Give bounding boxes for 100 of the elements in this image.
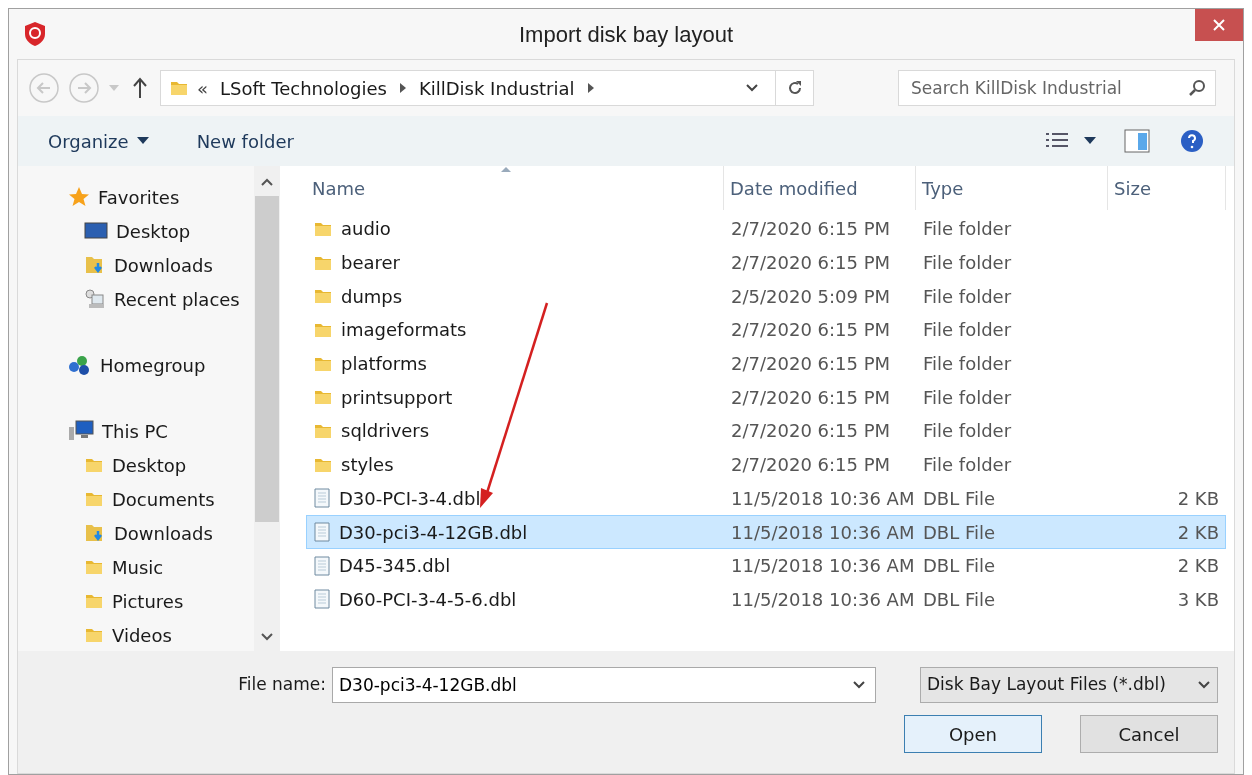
file-row[interactable]: imageformats 2/7/2020 6:15 PM File folder: [306, 313, 1226, 347]
file-name: bearer: [341, 251, 400, 276]
chevron-right-icon[interactable]: [586, 83, 595, 93]
date-cell-text: 2/5/2020 5:09 PM: [730, 284, 892, 309]
address-bar[interactable]: « LSoft Technologies KillDisk Industrial: [160, 70, 814, 106]
file-row[interactable]: bearer 2/7/2020 6:15 PM File folder: [306, 245, 1226, 280]
size-cell-text: 2 KB: [1177, 486, 1219, 511]
date-cell-text: 11/5/2018 10:36 AM: [730, 486, 916, 511]
document-icon: [313, 555, 331, 576]
type-cell-text: File folder: [922, 385, 1013, 410]
date-cell-text: 2/7/2020 6:15 PM: [730, 453, 892, 478]
scrollbar-thumb[interactable]: [255, 196, 280, 522]
nav-item[interactable]: Favorites: [18, 180, 255, 214]
open-button[interactable]: Open: [904, 715, 1042, 753]
search-field[interactable]: Search KillDisk Industrial: [898, 70, 1216, 106]
organize-button[interactable]: Organize: [48, 127, 149, 155]
nav-item[interactable]: Pictures: [18, 584, 255, 618]
file-row[interactable]: platforms 2/7/2020 6:15 PM File folder: [306, 346, 1226, 381]
help-icon[interactable]: [1180, 129, 1204, 153]
window-title: Import disk bay layout: [519, 20, 733, 49]
file-name: imageformats: [341, 318, 467, 343]
recent-places-icon: [84, 288, 106, 310]
file-type-dropdown[interactable]: Disk Bay Layout Files (*.dbl): [920, 667, 1218, 703]
file-name-field[interactable]: D30-pci3-4-12GB.dbl: [332, 667, 876, 703]
scrollbar[interactable]: [254, 166, 280, 651]
document-icon: [313, 522, 331, 543]
file-row[interactable]: D60-PCI-3-4-5-6.dbl 11/5/2018 10:36 AM DBL File 3 KB: [306, 582, 1226, 617]
type-cell-text: File folder: [922, 251, 1013, 276]
homegroup-icon: [68, 354, 92, 376]
nav-item[interactable]: Desktop: [18, 448, 255, 482]
file-name-label: File name:: [238, 673, 326, 697]
overflow-chevron[interactable]: «: [197, 74, 208, 102]
nav-item[interactable]: Homegroup: [18, 348, 255, 382]
file-row[interactable]: D45-345.dbl 11/5/2018 10:36 AM DBL File 2 KB: [306, 548, 1226, 583]
file-name: dumps: [341, 284, 403, 309]
caret-icon[interactable]: [1084, 137, 1096, 145]
breadcrumb[interactable]: KillDisk Industrial: [414, 74, 579, 102]
up-arrow-icon[interactable]: [132, 77, 148, 99]
date-cell-text: 11/5/2018 10:36 AM: [730, 587, 916, 612]
document-icon: [313, 488, 331, 509]
chevron-right-icon[interactable]: [398, 83, 407, 93]
file-name: D30-pci3-4-12GB.dbl: [339, 520, 528, 545]
type-cell-text: File folder: [922, 284, 1013, 309]
cancel-button[interactable]: Cancel: [1080, 715, 1218, 753]
file-name: platforms: [341, 352, 427, 377]
file-row[interactable]: dumps 2/5/2020 5:09 PM File folder: [306, 279, 1226, 314]
nav-item[interactable]: Downloads: [18, 248, 255, 282]
computer-icon: [68, 420, 94, 442]
close-button[interactable]: [1195, 9, 1243, 41]
star-icon: [68, 186, 90, 208]
type-cell-text: File folder: [922, 453, 1013, 478]
column-header[interactable]: Type: [916, 166, 1108, 210]
column-header[interactable]: Date modified: [724, 166, 916, 210]
file-row[interactable]: sqldrivers 2/7/2020 6:15 PM File folder: [306, 414, 1226, 448]
nav-item[interactable]: Music: [18, 550, 255, 584]
file-name: printsupport: [341, 385, 453, 410]
file-row[interactable]: D30-PCI-3-4.dbl 11/5/2018 10:36 AM DBL File 2 KB: [306, 481, 1226, 516]
nav-item[interactable]: Downloads: [18, 516, 255, 550]
type-cell-text: File folder: [922, 217, 1013, 242]
file-row[interactable]: styles 2/7/2020 6:15 PM File folder: [306, 447, 1226, 482]
preview-pane-icon[interactable]: [1124, 129, 1150, 153]
date-cell-text: 2/7/2020 6:15 PM: [730, 318, 892, 343]
nav-item[interactable]: Documents: [18, 482, 255, 516]
nav-item[interactable]: Recent places: [18, 282, 255, 316]
document-icon: [313, 589, 331, 610]
chevron-down-icon[interactable]: [852, 680, 866, 690]
file-name: D60-PCI-3-4-5-6.dbl: [339, 587, 517, 612]
file-name: styles: [341, 453, 394, 478]
nav-item[interactable]: Videos: [18, 618, 255, 651]
chevron-down-icon[interactable]: [745, 83, 759, 93]
nav-item[interactable]: Desktop: [18, 214, 255, 248]
date-cell-text: 2/7/2020 6:15 PM: [730, 352, 892, 377]
file-row[interactable]: audio 2/7/2020 6:15 PM File folder: [306, 212, 1226, 246]
scroll-up-icon[interactable]: [261, 178, 274, 186]
type-cell-text: DBL File: [922, 520, 997, 545]
file-name: sqldrivers: [341, 419, 430, 444]
chevron-down-icon: [1197, 680, 1211, 690]
file-row[interactable]: printsupport 2/7/2020 6:15 PM File folder: [306, 380, 1226, 415]
sort-caret-icon: [501, 166, 511, 172]
type-cell-text: DBL File: [922, 486, 997, 511]
file-row[interactable]: D30-pci3-4-12GB.dbl 11/5/2018 10:36 AM DBL File 2 KB: [306, 515, 1226, 549]
type-cell-text: DBL File: [922, 554, 997, 579]
column-header[interactable]: Size: [1108, 166, 1226, 210]
type-cell-text: File folder: [922, 419, 1013, 444]
close-icon: [1212, 18, 1226, 32]
new-folder-button[interactable]: New folder: [196, 127, 294, 155]
date-cell-text: 11/5/2018 10:36 AM: [730, 554, 916, 579]
size-cell-text: 3 KB: [1177, 587, 1219, 612]
monitor-icon: [84, 222, 108, 240]
scroll-down-icon[interactable]: [261, 633, 274, 641]
type-cell-text: DBL File: [922, 587, 997, 612]
size-cell-text: 2 KB: [1177, 554, 1219, 579]
file-name: D45-345.dbl: [339, 554, 451, 579]
caret-icon: [136, 137, 149, 145]
app-logo-icon: [23, 21, 47, 47]
date-cell-text: 2/7/2020 6:15 PM: [730, 251, 892, 276]
breadcrumb[interactable]: LSoft Technologies: [216, 74, 391, 102]
date-cell-text: 2/7/2020 6:15 PM: [730, 217, 892, 242]
nav-item[interactable]: This PC: [18, 414, 255, 448]
date-cell-text: 2/7/2020 6:15 PM: [730, 385, 892, 410]
